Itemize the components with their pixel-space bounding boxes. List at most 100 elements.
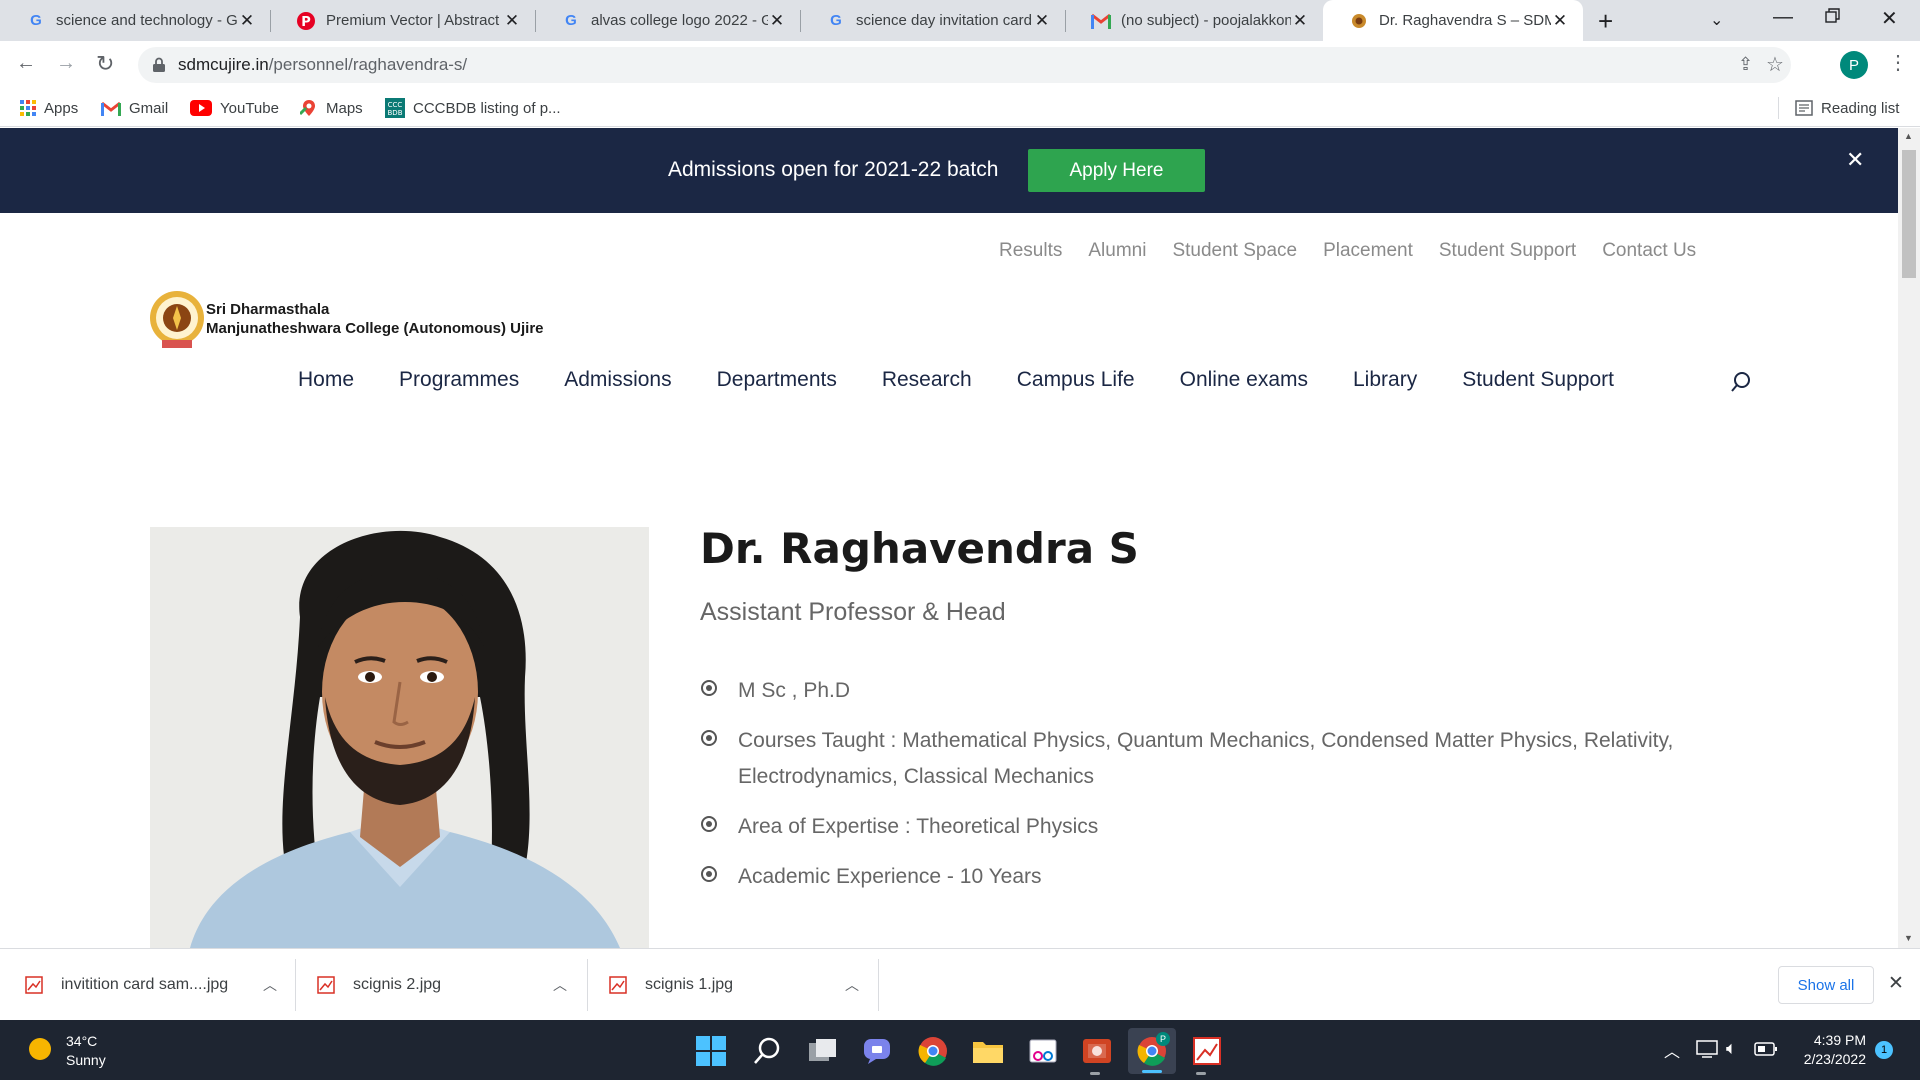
windows-start-icon[interactable] — [696, 1036, 726, 1071]
show-hidden-icons-chevron-icon[interactable]: ︿ — [1664, 1038, 1680, 1062]
top-link-contact-us[interactable]: Contact Us — [1602, 240, 1696, 262]
close-tab-icon[interactable]: ✕ — [1033, 11, 1051, 31]
browser-tab[interactable]: (no subject) - poojalakkond ✕ — [1065, 0, 1323, 41]
browser-tab[interactable]: G alvas college logo 2022 - G ✕ — [535, 0, 800, 41]
restore-button[interactable] — [1825, 8, 1841, 29]
top-link-student-space[interactable]: Student Space — [1172, 240, 1297, 262]
nav-online-exams[interactable]: Online exams — [1180, 368, 1308, 392]
reading-list-label: Reading list — [1821, 99, 1900, 117]
address-bar[interactable]: sdmcujire.in/personnel/raghavendra-s/ ⇪ … — [138, 47, 1791, 83]
chevron-up-icon[interactable]: ︿ — [553, 975, 567, 995]
download-filename: scignis 1.jpg — [645, 976, 734, 993]
bookmark-apps[interactable]: Apps — [20, 89, 78, 127]
nav-home[interactable]: Home — [298, 368, 354, 392]
minimize-button[interactable]: — — [1773, 6, 1793, 29]
reload-icon[interactable]: ↻ — [96, 51, 114, 77]
nav-programmes[interactable]: Programmes — [399, 368, 519, 392]
new-tab-button[interactable]: + — [1598, 6, 1613, 37]
browser-tab[interactable]: G science and technology - G ✕ — [0, 0, 270, 41]
powerpoint-icon[interactable] — [1082, 1036, 1112, 1071]
college-name[interactable]: Sri Dharmasthala Manjunatheshwara Colleg… — [206, 300, 544, 338]
volume-icon[interactable]: 🔈︎ — [1726, 1038, 1737, 1059]
pinterest-icon: P — [296, 11, 316, 31]
bookmark-gmail[interactable]: Gmail — [101, 89, 168, 127]
share-icon[interactable]: ⇪ — [1738, 54, 1753, 75]
bullet-icon — [700, 723, 738, 795]
chrome-profile-taskbar-button[interactable]: P — [1128, 1028, 1176, 1074]
scroll-up-arrow-icon[interactable]: ▲ — [1904, 131, 1913, 141]
page-scrollbar[interactable]: ▲ ▼ — [1898, 128, 1920, 948]
bullet-icon — [700, 809, 738, 845]
reading-list-button[interactable]: Reading list — [1795, 89, 1899, 127]
back-arrow-icon[interactable]: ← — [16, 52, 36, 75]
svg-text:P: P — [301, 15, 311, 30]
nav-admissions[interactable]: Admissions — [564, 368, 671, 392]
detail-text: Academic Experience - 10 Years — [738, 865, 1042, 888]
close-tab-icon[interactable]: ✕ — [238, 11, 256, 31]
top-link-student-support[interactable]: Student Support — [1439, 240, 1576, 262]
url-domain: sdmcujire.in — [178, 55, 269, 74]
apps-grid-icon — [20, 100, 36, 116]
banner-text: Admissions open for 2021-22 batch — [668, 158, 999, 181]
close-tab-icon[interactable]: ✕ — [503, 11, 521, 31]
admission-banner: Admissions open for 2021-22 batch Apply … — [0, 128, 1898, 213]
search-icon[interactable] — [752, 1036, 782, 1071]
browser-tab-active[interactable]: Dr. Raghavendra S – SDM C ✕ — [1323, 0, 1583, 41]
bookmark-star-icon[interactable]: ☆ — [1766, 52, 1784, 77]
close-window-button[interactable]: ✕ — [1881, 6, 1898, 31]
tab-title: alvas college logo 2022 - G — [591, 12, 768, 29]
bookmark-cccbdb[interactable]: CCC BDB CCCBDB listing of p... — [385, 89, 561, 127]
top-link-alumni[interactable]: Alumni — [1088, 240, 1146, 262]
browser-tab-strip: G science and technology - G ✕ P Premium… — [0, 0, 1920, 41]
scrollbar-thumb[interactable] — [1902, 150, 1916, 278]
image-file-icon — [609, 976, 627, 994]
nav-research[interactable]: Research — [882, 368, 972, 392]
nav-campus-life[interactable]: Campus Life — [1017, 368, 1135, 392]
network-icon[interactable] — [1696, 1040, 1718, 1063]
weather-widget[interactable]: 34°C Sunny — [66, 1032, 106, 1070]
image-viewer-icon[interactable] — [1192, 1036, 1222, 1071]
detail-text: Area of Expertise : Theoretical Physics — [738, 815, 1099, 838]
file-explorer-icon[interactable] — [972, 1038, 1004, 1069]
snipping-tool-icon[interactable] — [1028, 1036, 1058, 1071]
nav-library[interactable]: Library — [1353, 368, 1417, 392]
tab-title: science day invitation card — [856, 12, 1032, 29]
task-view-icon[interactable] — [808, 1038, 838, 1069]
lock-icon — [153, 57, 165, 72]
download-item[interactable]: scignis 1.jpg ︿ — [609, 949, 859, 1021]
show-all-button[interactable]: Show all — [1778, 966, 1874, 1004]
close-tab-icon[interactable]: ✕ — [768, 11, 786, 31]
clock[interactable]: 4:39 PM 2/23/2022 — [1796, 1031, 1866, 1069]
top-link-results[interactable]: Results — [999, 240, 1062, 262]
top-link-placement[interactable]: Placement — [1323, 240, 1413, 262]
bullet-icon — [700, 859, 738, 895]
close-banner-icon[interactable]: ✕ — [1846, 147, 1864, 173]
search-icon[interactable] — [1730, 371, 1752, 398]
browser-tab[interactable]: G science day invitation card ✕ — [800, 0, 1065, 41]
forward-arrow-icon[interactable]: → — [56, 52, 76, 75]
notification-badge[interactable]: 1 — [1875, 1041, 1893, 1059]
close-tab-icon[interactable]: ✕ — [1291, 11, 1309, 31]
bookmark-maps[interactable]: Maps — [300, 89, 363, 127]
profile-avatar[interactable]: P — [1840, 51, 1868, 79]
browser-tab[interactable]: P Premium Vector | Abstract t ✕ — [270, 0, 535, 41]
download-item[interactable]: invitition card sam....jpg ︿ — [25, 949, 277, 1021]
weather-temp: 34°C — [66, 1033, 98, 1049]
close-downloads-icon[interactable]: ✕ — [1888, 972, 1904, 995]
browser-menu-icon[interactable]: ⋮ — [1888, 50, 1908, 75]
profile-name: Dr. Raghavendra S — [700, 524, 1139, 573]
college-logo-emblem[interactable] — [148, 288, 206, 355]
download-item[interactable]: scignis 2.jpg ︿ — [317, 949, 567, 1021]
chrome-icon[interactable] — [918, 1036, 948, 1071]
nav-departments[interactable]: Departments — [717, 368, 837, 392]
chevron-up-icon[interactable]: ︿ — [845, 975, 859, 995]
chevron-up-icon[interactable]: ︿ — [263, 975, 277, 995]
bookmark-youtube[interactable]: YouTube — [190, 89, 279, 127]
apply-here-button[interactable]: Apply Here — [1028, 149, 1205, 192]
teams-chat-icon[interactable] — [862, 1037, 892, 1070]
close-tab-icon[interactable]: ✕ — [1551, 11, 1569, 31]
tab-search-chevron-icon[interactable]: ⌄ — [1710, 10, 1723, 30]
battery-icon[interactable] — [1754, 1041, 1778, 1062]
scroll-down-arrow-icon[interactable]: ▼ — [1904, 933, 1913, 943]
nav-student-support[interactable]: Student Support — [1462, 368, 1614, 392]
